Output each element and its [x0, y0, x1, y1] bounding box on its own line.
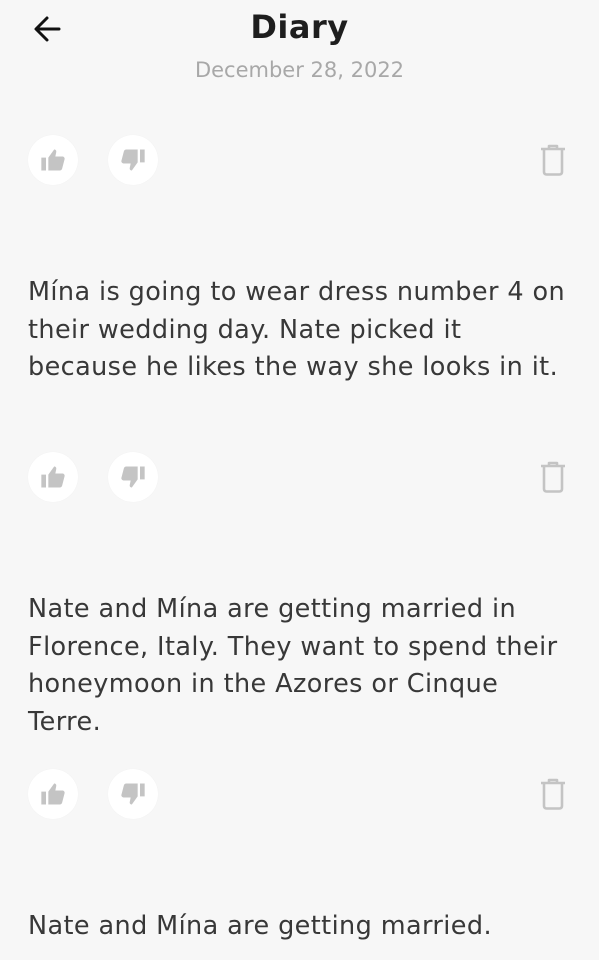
thumbs-up-icon: [41, 149, 65, 171]
like-button[interactable]: [28, 135, 78, 185]
delete-button[interactable]: [534, 139, 572, 181]
delete-button[interactable]: [534, 773, 572, 815]
thumbs-up-icon: [41, 783, 65, 805]
thumbs-down-icon: [121, 466, 145, 488]
diary-entry: Nate and Mína are getting married in Flo…: [0, 591, 599, 741]
diary-entry: Mína is going to wear dress number 4 on …: [0, 274, 599, 387]
diary-feed[interactable]: Mína is going to wear dress number 4 on …: [0, 110, 599, 960]
dislike-button[interactable]: [108, 769, 158, 819]
diary-entry: Nate and Mína are getting married.: [0, 908, 599, 946]
like-button[interactable]: [28, 452, 78, 502]
entry-text: Nate and Mína are getting married.: [28, 911, 492, 941]
delete-button[interactable]: [534, 456, 572, 498]
trash-icon: [541, 144, 565, 176]
diary-date: December 28, 2022: [194, 58, 405, 82]
dislike-button[interactable]: [108, 452, 158, 502]
trash-icon: [541, 778, 565, 810]
thumbs-up-icon: [41, 466, 65, 488]
entry-text: Nate and Mína are getting married in Flo…: [28, 594, 558, 737]
entry-actions: [0, 452, 599, 504]
entry-actions-previous: [0, 135, 599, 187]
like-button[interactable]: [28, 769, 78, 819]
app-header: Diary December 28, 2022: [0, 0, 599, 110]
dislike-button[interactable]: [108, 135, 158, 185]
trash-icon: [541, 461, 565, 493]
thumbs-down-icon: [121, 783, 145, 805]
entry-actions: [0, 769, 599, 821]
page-title: Diary: [250, 8, 349, 46]
thumbs-down-icon: [121, 149, 145, 171]
entry-text: Mína is going to wear dress number 4 on …: [28, 277, 566, 382]
